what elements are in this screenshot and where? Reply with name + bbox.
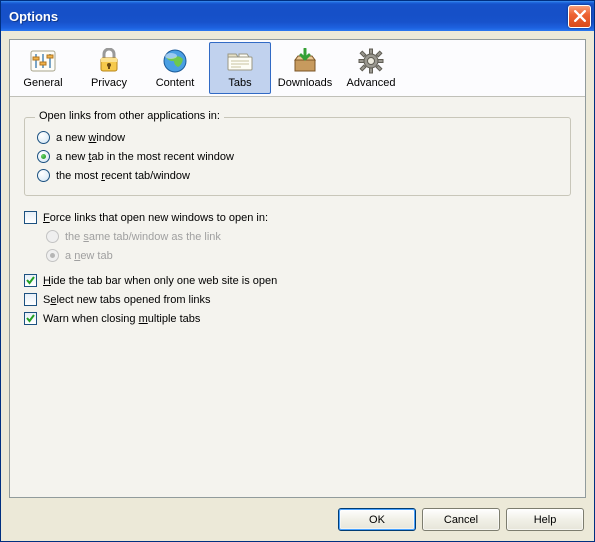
tabs-icon xyxy=(224,47,256,75)
category-label: Tabs xyxy=(228,77,251,89)
cancel-button[interactable]: Cancel xyxy=(422,508,500,531)
check-force-links[interactable]: Force links that open new windows to ope… xyxy=(24,208,571,227)
checkbox-label: Force links that open new windows to ope… xyxy=(43,212,268,224)
category-privacy[interactable]: Privacy xyxy=(76,40,142,96)
check-hide-tab-bar[interactable]: Hide the tab bar when only one web site … xyxy=(24,271,571,290)
category-label: General xyxy=(23,77,62,89)
category-label: Content xyxy=(156,77,195,89)
radio-new-window[interactable]: a new window xyxy=(37,128,558,147)
radio-label: a new window xyxy=(56,132,125,144)
check-select-new-tabs[interactable]: Select new tabs opened from links xyxy=(24,290,571,309)
category-label: Privacy xyxy=(91,77,127,89)
group-legend: Open links from other applications in: xyxy=(35,110,224,122)
radio-label: the same tab/window as the link xyxy=(65,231,221,243)
window-title: Options xyxy=(9,9,58,24)
open-links-group: Open links from other applications in: a… xyxy=(24,117,571,196)
radio-label: a new tab xyxy=(65,250,113,262)
radio-new-tab[interactable]: a new tab in the most recent window xyxy=(37,147,558,166)
globe-icon xyxy=(159,47,191,75)
options-dialog: Options xyxy=(0,0,595,542)
sliders-icon xyxy=(27,47,59,75)
lock-icon xyxy=(93,47,125,75)
close-button[interactable] xyxy=(568,5,591,28)
category-toolbar: General Privacy xyxy=(10,40,585,97)
ok-button[interactable]: OK xyxy=(338,508,416,531)
radio-icon xyxy=(37,131,50,144)
radio-most-recent[interactable]: the most recent tab/window xyxy=(37,166,558,185)
titlebar: Options xyxy=(1,1,594,31)
radio-force-new-tab: a new tab xyxy=(46,246,571,265)
radio-label: a new tab in the most recent window xyxy=(56,151,234,163)
category-advanced[interactable]: Advanced xyxy=(338,40,404,96)
category-tabs[interactable]: Tabs xyxy=(209,42,271,94)
checkbox-label: Select new tabs opened from links xyxy=(43,294,211,306)
checkbox-label: Warn when closing multiple tabs xyxy=(43,313,200,325)
category-content[interactable]: Content xyxy=(142,40,208,96)
download-icon xyxy=(289,47,321,75)
close-icon xyxy=(574,10,586,22)
radio-icon xyxy=(37,150,50,163)
tabs-panel: Open links from other applications in: a… xyxy=(10,97,585,497)
checkbox-label: Hide the tab bar when only one web site … xyxy=(43,275,277,287)
checkbox-icon xyxy=(24,312,37,325)
category-general[interactable]: General xyxy=(10,40,76,96)
gear-icon xyxy=(355,47,387,75)
radio-label: the most recent tab/window xyxy=(56,170,190,182)
help-button[interactable]: Help xyxy=(506,508,584,531)
radio-icon xyxy=(37,169,50,182)
category-downloads[interactable]: Downloads xyxy=(272,40,338,96)
radio-same-tab: the same tab/window as the link xyxy=(46,227,571,246)
checkbox-icon xyxy=(24,293,37,306)
checkbox-icon xyxy=(24,274,37,287)
category-label: Downloads xyxy=(278,77,332,89)
radio-icon xyxy=(46,249,59,262)
radio-icon xyxy=(46,230,59,243)
dialog-buttons: OK Cancel Help xyxy=(9,498,586,533)
check-warn-multiple[interactable]: Warn when closing multiple tabs xyxy=(24,309,571,328)
category-label: Advanced xyxy=(347,77,396,89)
checkbox-icon xyxy=(24,211,37,224)
